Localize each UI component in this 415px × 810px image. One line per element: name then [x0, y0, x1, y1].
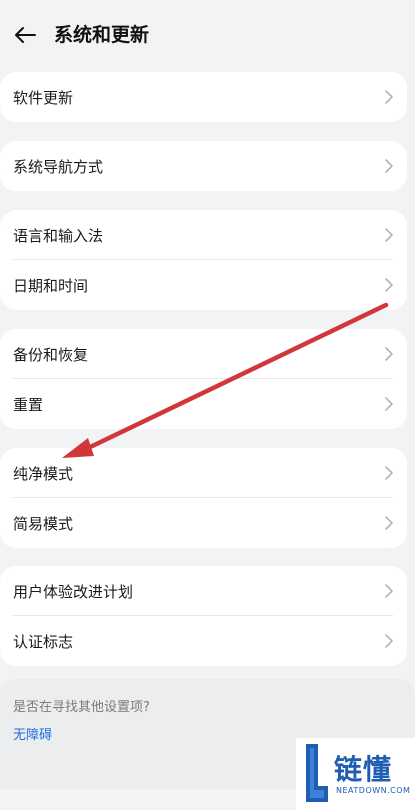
settings-item-label: 认证标志 — [13, 632, 74, 651]
chevron-right-icon — [385, 466, 393, 480]
settings-item-system-navigation[interactable]: 系统导航方式 — [0, 141, 407, 191]
chevron-right-icon — [385, 634, 393, 648]
settings-group-backup-reset: 备份和恢复 重置 — [0, 329, 407, 429]
logo-mark-icon — [306, 744, 328, 802]
settings-item-simple-mode[interactable]: 简易模式 — [0, 498, 407, 548]
watermark-subtext: NEATDOWN.COM — [336, 786, 411, 795]
settings-group-experience: 用户体验改进计划 认证标志 — [0, 566, 407, 666]
settings-item-reset[interactable]: 重置 — [0, 379, 407, 429]
chevron-right-icon — [385, 90, 393, 104]
settings-item-label: 备份和恢复 — [13, 345, 89, 364]
chevron-right-icon — [385, 516, 393, 530]
settings-item-label: 纯净模式 — [13, 464, 74, 483]
chevron-right-icon — [385, 159, 393, 173]
settings-item-label: 简易模式 — [13, 514, 74, 533]
watermark-text: 链懂 — [334, 753, 393, 786]
chevron-right-icon — [385, 584, 393, 598]
arrow-left-icon — [15, 27, 36, 43]
watermark-logo: 链懂 NEATDOWN.COM — [296, 738, 415, 810]
back-button[interactable] — [10, 20, 40, 50]
chevron-right-icon — [385, 278, 393, 292]
settings-item-label: 日期和时间 — [13, 276, 89, 295]
search-suggestion-question: 是否在寻找其他设置项? — [13, 700, 150, 715]
settings-item-user-experience[interactable]: 用户体验改进计划 — [0, 566, 407, 616]
settings-item-label: 用户体验改进计划 — [13, 582, 134, 601]
settings-item-software-update[interactable]: 软件更新 — [0, 72, 407, 122]
accessibility-link[interactable]: 无障碍 — [13, 724, 52, 743]
header: 系统和更新 — [0, 0, 415, 68]
chevron-right-icon — [385, 347, 393, 361]
settings-item-certification[interactable]: 认证标志 — [0, 616, 407, 666]
settings-item-label: 系统导航方式 — [13, 157, 104, 176]
settings-item-label: 软件更新 — [13, 88, 74, 107]
chevron-right-icon — [385, 397, 393, 411]
settings-item-label: 语言和输入法 — [13, 226, 104, 245]
settings-group-navigation: 系统导航方式 — [0, 141, 407, 191]
page-title: 系统和更新 — [54, 24, 150, 46]
settings-group-language-date: 语言和输入法 日期和时间 — [0, 210, 407, 310]
settings-item-date-time[interactable]: 日期和时间 — [0, 260, 407, 310]
settings-item-pure-mode[interactable]: 纯净模式 — [0, 448, 407, 498]
settings-item-language-input[interactable]: 语言和输入法 — [0, 210, 407, 260]
settings-item-label: 重置 — [13, 395, 44, 414]
settings-group-software-update: 软件更新 — [0, 72, 407, 122]
chevron-right-icon — [385, 228, 393, 242]
settings-item-backup-restore[interactable]: 备份和恢复 — [0, 329, 407, 379]
settings-group-modes: 纯净模式 简易模式 — [0, 448, 407, 548]
